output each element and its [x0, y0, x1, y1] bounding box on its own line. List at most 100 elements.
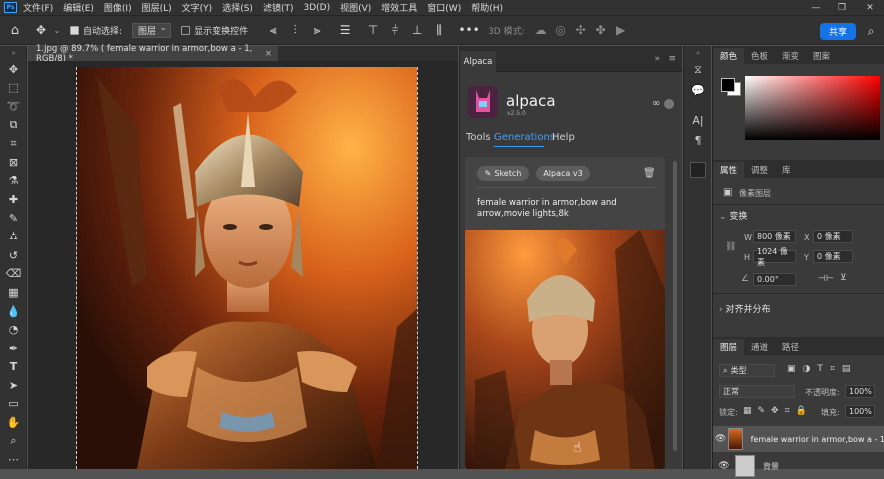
layer-filter-icons[interactable]: ▣◑T⌗▤ — [787, 364, 857, 374]
fill-field[interactable]: 100% — [845, 405, 875, 418]
frame-tool-icon[interactable]: ⊠ — [0, 153, 27, 172]
swatch-icon[interactable] — [684, 160, 712, 180]
move-tool-icon[interactable]: ✥ — [30, 23, 52, 37]
minimize-icon[interactable]: — — [804, 0, 828, 15]
link-icon[interactable]: ∞ — [652, 98, 660, 109]
collapse-icon[interactable]: » — [0, 46, 27, 60]
menu-layer[interactable]: 图层(L) — [142, 1, 172, 14]
align-bottom-icon[interactable]: ⊥ — [406, 23, 428, 37]
path-select-tool-icon[interactable]: ➤ — [0, 376, 27, 395]
blur-tool-icon[interactable]: 💧 — [0, 302, 27, 321]
share-button[interactable]: 共享 — [820, 23, 856, 40]
foreground-color-swatch[interactable] — [721, 78, 735, 92]
expand-panel-icon[interactable]: » — [654, 54, 660, 64]
lasso-tool-icon[interactable]: ➰ — [0, 97, 27, 116]
dodge-tool-icon[interactable]: ◔ — [0, 320, 27, 339]
align-middle-v-icon[interactable]: ⫩ — [384, 23, 406, 38]
tab-properties[interactable]: 属性 — [713, 162, 745, 178]
close-icon[interactable]: ✕ — [858, 0, 882, 15]
menu-filter[interactable]: 滤镜(T) — [263, 1, 294, 14]
tab-channels[interactable]: 通道 — [744, 339, 775, 355]
flip-horizontal-icon[interactable]: ⊣⊢ — [818, 274, 834, 284]
paragraph-icon[interactable]: ¶ — [684, 130, 712, 150]
hand-tool-icon[interactable]: ✋ — [0, 413, 27, 432]
3d-roll-icon[interactable]: ◎ — [551, 23, 571, 37]
healing-tool-icon[interactable]: ✚ — [0, 190, 27, 209]
character-icon[interactable]: A| — [684, 110, 712, 130]
tab-swatches[interactable]: 色板 — [744, 48, 775, 64]
tab-gradients[interactable]: 渐变 — [775, 48, 806, 64]
search-icon[interactable]: ⌕ — [864, 24, 878, 39]
align-center-h-icon[interactable]: ⫶ — [284, 23, 306, 38]
width-field[interactable]: 800 像素 — [753, 230, 796, 243]
visibility-eye-icon[interactable]: 👁 — [713, 434, 728, 444]
document-canvas-image[interactable] — [76, 67, 418, 469]
panel-menu-icon[interactable]: ≡ — [668, 54, 676, 64]
align-section-header[interactable]: › 对齐并分布 — [719, 302, 770, 315]
comments-icon[interactable]: 💬 — [684, 80, 712, 100]
tab-patterns[interactable]: 图案 — [806, 48, 837, 64]
shape-tool-icon[interactable]: ▭ — [0, 395, 27, 414]
auto-select-checkbox[interactable] — [70, 25, 79, 35]
menu-plugins[interactable]: 增效工具 — [381, 1, 417, 14]
type-tool-icon[interactable]: T — [0, 358, 27, 377]
tab-layers[interactable]: 图层 — [713, 339, 745, 355]
collapse-icon[interactable]: « — [684, 46, 712, 60]
trash-icon[interactable]: 🗑 — [643, 168, 656, 179]
align-left-icon[interactable]: ⫷ — [262, 23, 284, 38]
menu-help[interactable]: 帮助(H) — [471, 1, 503, 14]
menu-view[interactable]: 视图(V) — [340, 1, 371, 14]
document-tab-close-icon[interactable]: × — [265, 49, 272, 59]
color-picker-field[interactable] — [745, 76, 880, 140]
tab-color[interactable]: 颜色 — [713, 48, 745, 64]
canvas-area[interactable] — [28, 61, 458, 469]
show-transform-checkbox[interactable] — [181, 25, 191, 35]
distribute-icon[interactable]: ☰ — [334, 23, 356, 37]
layer-row-background[interactable]: 👁 背景 — [713, 453, 884, 479]
y-field[interactable]: 0 像素 — [813, 250, 853, 263]
history-brush-tool-icon[interactable]: ↺ — [0, 246, 27, 265]
generated-image[interactable] — [465, 230, 665, 469]
alpaca-scrollbar[interactable] — [673, 161, 677, 451]
more-options-icon[interactable]: ••• — [456, 23, 482, 37]
menu-3d[interactable]: 3D(D) — [303, 3, 330, 13]
menu-image[interactable]: 图像(I) — [104, 1, 132, 14]
tab-paths[interactable]: 路径 — [775, 339, 806, 355]
3d-slide-icon[interactable]: ✤ — [591, 23, 611, 37]
move-tool-icon[interactable]: ✥ — [0, 60, 27, 79]
maximize-icon[interactable]: ❐ — [830, 0, 854, 15]
3d-orbit-icon[interactable]: ☁ — [531, 23, 551, 37]
transform-section-header[interactable]: ⌄ 变换 — [719, 209, 747, 222]
x-field[interactable]: 0 像素 — [813, 230, 853, 243]
home-icon[interactable]: ⌂ — [0, 23, 30, 38]
gradient-tool-icon[interactable]: ▦ — [0, 283, 27, 302]
stamp-tool-icon[interactable]: ⛼ — [0, 227, 27, 246]
angle-field[interactable]: 0.00° — [753, 273, 796, 286]
height-field[interactable]: 1024 像素 — [753, 247, 796, 267]
3d-pan-icon[interactable]: ✣ — [571, 23, 591, 37]
menu-window[interactable]: 窗口(W) — [427, 1, 461, 14]
show-transform-toggle[interactable]: 显示变换控件 — [181, 24, 248, 37]
alpaca-panel-tab[interactable]: Alpaca — [460, 51, 496, 72]
alpaca-nav-generations[interactable]: Generations — [494, 132, 555, 143]
menu-file[interactable]: 文件(F) — [23, 1, 53, 14]
tab-libraries[interactable]: 库 — [775, 162, 798, 178]
history-icon[interactable]: ⧖ — [684, 60, 712, 80]
align-top-icon[interactable]: ⊤ — [362, 23, 384, 37]
more-tools-icon[interactable]: ⋯ — [0, 450, 27, 469]
opacity-field[interactable]: 100% — [845, 385, 875, 398]
chevron-down-icon[interactable]: ⌄ — [52, 26, 62, 35]
zoom-tool-icon[interactable]: ⌕ — [0, 432, 27, 451]
auto-select-toggle[interactable]: 自动选择: — [70, 24, 122, 37]
layer-filter-dropdown[interactable]: ⌕ 类型 — [719, 364, 775, 377]
crop-tool-icon[interactable]: ⌗ — [0, 134, 27, 153]
menu-type[interactable]: 文字(Y) — [182, 1, 213, 14]
object-select-tool-icon[interactable]: ⧉ — [0, 116, 27, 135]
document-tab[interactable]: 1.jpg @ 89.7% ( female warrior in armor,… — [28, 44, 278, 64]
distribute-v-icon[interactable]: ⫼ — [428, 23, 450, 38]
pen-tool-icon[interactable]: ✒ — [0, 339, 27, 358]
eyedropper-tool-icon[interactable]: ⚗ — [0, 172, 27, 191]
lock-icons[interactable]: ▦✎✥⌗🔒 — [743, 406, 813, 416]
menu-edit[interactable]: 编辑(E) — [63, 1, 94, 14]
flip-vertical-icon[interactable]: ⊻ — [840, 273, 847, 283]
